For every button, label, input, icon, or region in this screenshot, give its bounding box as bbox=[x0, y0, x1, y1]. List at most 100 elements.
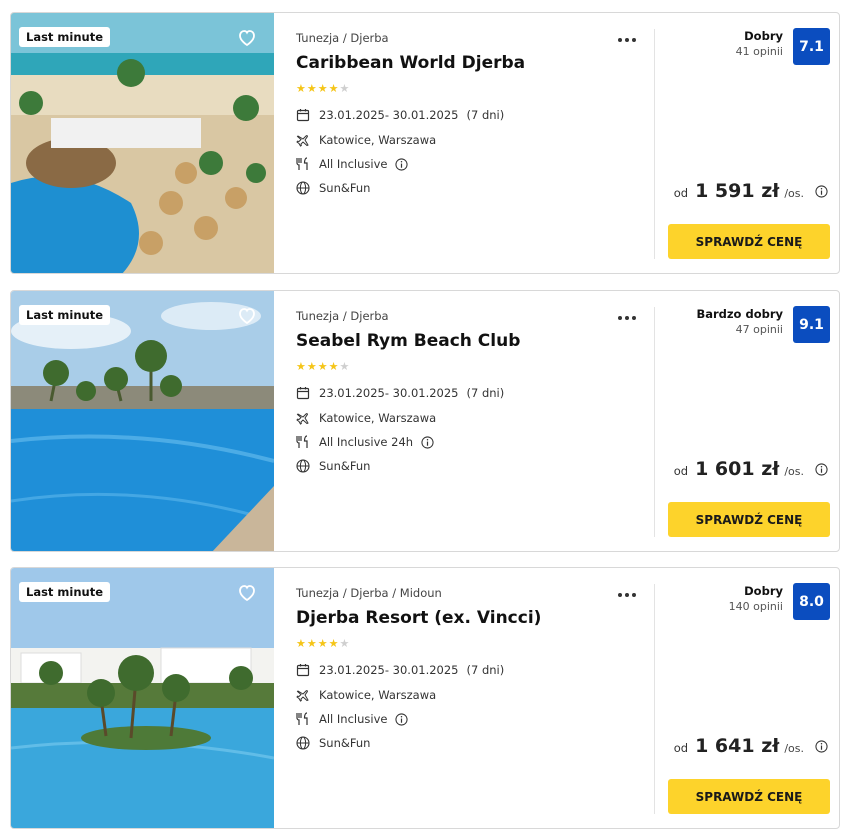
heart-icon[interactable] bbox=[235, 303, 259, 327]
cutlery-icon bbox=[296, 157, 308, 170]
dates-row: 23.01.2025- 30.01.2025 (7 dni) bbox=[296, 106, 504, 124]
destination: Tunezja / Djerba bbox=[296, 309, 389, 323]
heart-icon[interactable] bbox=[235, 580, 259, 604]
rating-summary: Dobry 140 opinii bbox=[729, 584, 783, 613]
dates-text: 23.01.2025- 30.01.2025 bbox=[319, 663, 459, 677]
info-icon[interactable] bbox=[421, 435, 434, 449]
concept-text: Sun&Fun bbox=[319, 181, 371, 195]
last-minute-badge: Last minute bbox=[19, 27, 111, 47]
divider bbox=[654, 584, 655, 814]
departure-row: Katowice, Warszawa bbox=[296, 131, 436, 149]
price: od 1 601 zł /os. bbox=[674, 458, 828, 480]
concept-text: Sun&Fun bbox=[319, 459, 371, 473]
star-rating: ★★★★★ bbox=[296, 637, 351, 650]
price-suffix: /os. bbox=[784, 187, 804, 200]
hotel-photo[interactable] bbox=[11, 568, 274, 828]
calendar-icon bbox=[296, 109, 310, 122]
hotel-name[interactable]: Caribbean World Djerba bbox=[296, 53, 525, 73]
dates-text: 23.01.2025- 30.01.2025 bbox=[319, 108, 459, 122]
price-amount: 1 591 zł bbox=[695, 180, 780, 202]
offer-info: Tunezja / Djerba Seabel Rym Beach Club ★… bbox=[296, 291, 656, 551]
review-count[interactable]: 140 opinii bbox=[729, 600, 783, 613]
info-icon[interactable] bbox=[815, 184, 828, 198]
cutlery-icon bbox=[296, 435, 308, 448]
price: od 1 591 zł /os. bbox=[674, 180, 828, 202]
board-text: All Inclusive bbox=[319, 157, 388, 171]
heart-icon[interactable] bbox=[235, 25, 259, 49]
score-badge: 8.0 bbox=[793, 583, 830, 620]
star-rating: ★★★★★ bbox=[296, 82, 351, 95]
last-minute-badge: Last minute bbox=[19, 582, 111, 602]
price-prefix: od bbox=[673, 186, 689, 200]
globe-icon bbox=[296, 181, 310, 195]
departure-text: Katowice, Warszawa bbox=[319, 688, 437, 702]
check-price-button[interactable]: SPRAWDŹ CENĘ bbox=[668, 502, 830, 537]
departure-row: Katowice, Warszawa bbox=[296, 409, 436, 427]
hotel-photo[interactable] bbox=[11, 13, 274, 273]
offer-info: Tunezja / Djerba / Midoun Djerba Resort … bbox=[296, 568, 656, 828]
check-price-button[interactable]: SPRAWDŹ CENĘ bbox=[668, 779, 830, 814]
price-suffix: /os. bbox=[784, 742, 804, 755]
info-icon[interactable] bbox=[395, 157, 409, 171]
offer-card[interactable]: Last minute Tunezja / Djerba Seabel Rym … bbox=[10, 290, 840, 552]
plane-icon bbox=[296, 690, 309, 702]
price-amount: 1 641 zł bbox=[695, 735, 780, 757]
price-amount: 1 601 zł bbox=[695, 458, 780, 480]
plane-icon bbox=[296, 413, 309, 425]
destination: Tunezja / Djerba bbox=[296, 31, 389, 45]
cutlery-icon bbox=[296, 712, 308, 725]
plane-icon bbox=[296, 135, 309, 147]
dates-row: 23.01.2025- 30.01.2025 (7 dni) bbox=[296, 384, 504, 402]
review-count[interactable]: 47 opinii bbox=[696, 323, 783, 336]
dates-row: 23.01.2025- 30.01.2025 (7 dni) bbox=[296, 661, 504, 679]
more-dots-icon[interactable] bbox=[616, 590, 638, 600]
rating-label: Bardzo dobry bbox=[696, 307, 783, 321]
concept-row: Sun&Fun bbox=[296, 734, 370, 752]
hotel-photo[interactable] bbox=[11, 291, 274, 551]
departure-text: Katowice, Warszawa bbox=[319, 133, 437, 147]
duration-text: (7 dni) bbox=[466, 386, 505, 400]
score-badge: 9.1 bbox=[793, 306, 830, 343]
rating-label: Dobry bbox=[744, 584, 783, 598]
dates-text: 23.01.2025- 30.01.2025 bbox=[319, 386, 459, 400]
last-minute-badge: Last minute bbox=[19, 305, 111, 325]
duration-text: (7 dni) bbox=[466, 663, 505, 677]
board-row: All Inclusive 24h bbox=[296, 433, 434, 451]
departure-row: Katowice, Warszawa bbox=[296, 686, 436, 704]
board-row: All Inclusive bbox=[296, 710, 409, 728]
offer-card[interactable]: Last minute Tunezja / Djerba Caribbean W… bbox=[10, 12, 840, 274]
globe-icon bbox=[296, 459, 310, 473]
info-icon[interactable] bbox=[395, 712, 409, 726]
offer-card[interactable]: Last minute Tunezja / Djerba / Midoun Dj… bbox=[10, 567, 840, 829]
calendar-icon bbox=[296, 387, 310, 400]
board-text: All Inclusive bbox=[319, 712, 388, 726]
concept-row: Sun&Fun bbox=[296, 179, 370, 197]
board-row: All Inclusive bbox=[296, 155, 409, 173]
destination: Tunezja / Djerba / Midoun bbox=[296, 586, 442, 600]
more-dots-icon[interactable] bbox=[616, 35, 638, 45]
rating-summary: Dobry 41 opinii bbox=[736, 29, 783, 58]
concept-text: Sun&Fun bbox=[319, 736, 371, 750]
rating-label: Dobry bbox=[744, 29, 783, 43]
calendar-icon bbox=[296, 664, 310, 677]
price: od 1 641 zł /os. bbox=[674, 735, 828, 757]
offer-info: Tunezja / Djerba Caribbean World Djerba … bbox=[296, 13, 656, 273]
more-dots-icon[interactable] bbox=[616, 313, 638, 323]
hotel-name[interactable]: Seabel Rym Beach Club bbox=[296, 331, 520, 351]
duration-text: (7 dni) bbox=[466, 108, 505, 122]
score-badge: 7.1 bbox=[793, 28, 830, 65]
price-suffix: /os. bbox=[784, 465, 804, 478]
check-price-button[interactable]: SPRAWDŹ CENĘ bbox=[668, 224, 830, 259]
board-text: All Inclusive 24h bbox=[319, 435, 414, 449]
info-icon[interactable] bbox=[815, 739, 828, 753]
rating-summary: Bardzo dobry 47 opinii bbox=[696, 307, 783, 336]
concept-row: Sun&Fun bbox=[296, 457, 370, 475]
info-icon[interactable] bbox=[815, 462, 828, 476]
divider bbox=[654, 29, 655, 259]
review-count[interactable]: 41 opinii bbox=[736, 45, 783, 58]
price-prefix: od bbox=[673, 464, 689, 478]
departure-text: Katowice, Warszawa bbox=[319, 411, 437, 425]
divider bbox=[654, 307, 655, 537]
hotel-name[interactable]: Djerba Resort (ex. Vincci) bbox=[296, 608, 541, 628]
globe-icon bbox=[296, 736, 310, 750]
